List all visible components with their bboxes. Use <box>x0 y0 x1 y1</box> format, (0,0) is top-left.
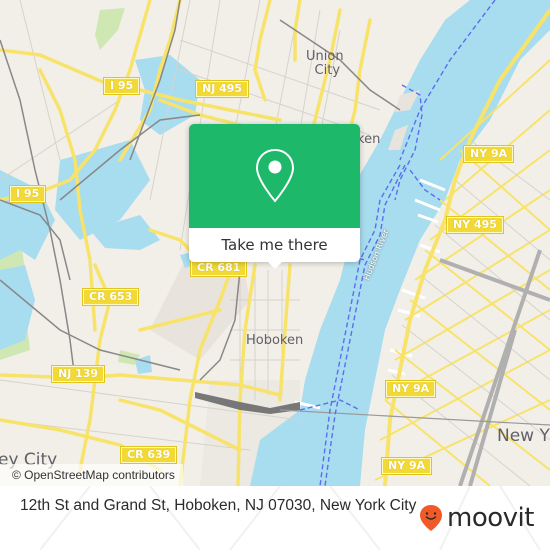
shield-nj495: NJ 495 <box>194 80 250 98</box>
popup-header[interactable] <box>189 124 360 228</box>
union-city-label-line2: City <box>314 62 341 78</box>
take-me-there-button[interactable]: Take me there <box>189 228 360 262</box>
moovit-wordmark: moovit <box>447 503 534 533</box>
address-text: 12th St and Grand St, Hoboken, NJ 07030,… <box>20 497 417 514</box>
shield-i95-west: I 95 <box>8 185 47 203</box>
new-york-label: New Y <box>497 426 550 446</box>
shield-ny9a-south: NY 9A <box>380 457 433 475</box>
shield-i95-north: I 95 <box>102 77 141 95</box>
shield-ny9a-mid: NY 9A <box>384 380 437 398</box>
map-attribution[interactable]: © OpenStreetMap contributors <box>0 464 183 486</box>
hoboken-label: Hoboken <box>246 333 304 348</box>
shield-cr681: CR 681 <box>189 259 248 277</box>
union-city-label-line1: Union <box>306 49 344 64</box>
moovit-logo[interactable]: moovit <box>419 504 534 532</box>
shield-cr639: CR 639 <box>119 446 178 464</box>
shield-nj139: NJ 139 <box>50 365 106 383</box>
popup-pointer <box>266 260 284 269</box>
moovit-smile-pin-icon <box>420 505 442 531</box>
union-city-label: Union City <box>306 50 344 77</box>
shield-ny9a-north: NY 9A <box>462 145 515 163</box>
shield-ny495: NY 495 <box>446 216 504 234</box>
take-me-there-popup[interactable]: Take me there <box>189 124 360 269</box>
shield-cr653: CR 653 <box>81 288 140 306</box>
map-view[interactable]: Union City ken Hoboken New Y ey City Hud… <box>0 0 550 486</box>
page: Union City ken Hoboken New Y ey City Hud… <box>0 0 550 550</box>
hoboken-north-label: ken <box>357 132 381 147</box>
footer: 12th St and Grand St, Hoboken, NJ 07030,… <box>0 486 550 550</box>
map-pin-icon <box>255 148 294 203</box>
